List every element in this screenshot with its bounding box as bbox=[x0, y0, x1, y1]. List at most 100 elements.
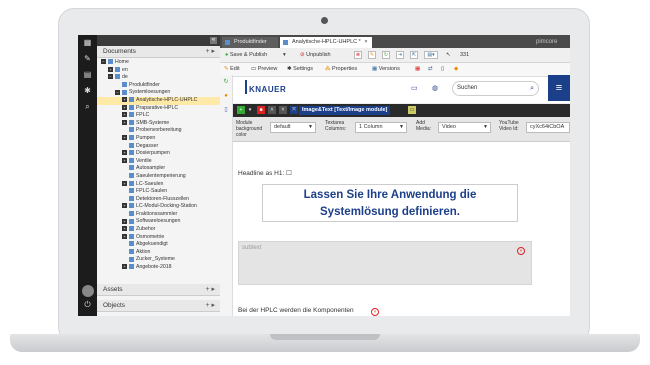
tab-settings[interactable]: ✱ Settings bbox=[287, 66, 313, 72]
open-icon[interactable]: ⇱ bbox=[410, 51, 418, 59]
save-publish-button[interactable]: ● Save & Publish bbox=[225, 51, 267, 60]
tab-versions[interactable]: ▦ Versions bbox=[372, 66, 400, 72]
chart-icon[interactable]: ▤ bbox=[78, 67, 97, 83]
search-icon[interactable]: ⌕ bbox=[530, 82, 534, 95]
schedule-icon[interactable]: ▦ bbox=[415, 66, 420, 72]
avatar[interactable] bbox=[81, 285, 94, 297]
expand-toggle-icon[interactable]: + bbox=[122, 203, 127, 209]
unpublish-button[interactable]: ⊘ Unpublish bbox=[300, 51, 331, 60]
expand-toggle-icon[interactable]: + bbox=[122, 157, 127, 163]
tree-item[interactable]: Aktion bbox=[97, 249, 220, 257]
tree-locate-icon[interactable]: ⇥ bbox=[396, 51, 404, 59]
wrench-icon[interactable]: ✎ bbox=[78, 51, 97, 67]
tree-item[interactable]: + Praparative-HPLC bbox=[97, 105, 220, 113]
tab-edit[interactable]: ✎ Edit bbox=[224, 66, 240, 72]
tree-item[interactable]: + LC-Modul-Docking-Station bbox=[97, 203, 220, 211]
tree-item[interactable]: − Systemloesungen bbox=[97, 89, 220, 97]
module-options-icon[interactable]: ▭ bbox=[408, 106, 416, 114]
hamburger-menu-icon[interactable]: ≡ bbox=[548, 75, 570, 101]
expand-toggle-icon[interactable]: − bbox=[115, 89, 120, 95]
expand-toggle-icon[interactable]: − bbox=[108, 74, 113, 80]
tree-item[interactable]: + Dosierpumpen bbox=[97, 150, 220, 158]
expand-toggle-icon[interactable]: + bbox=[108, 66, 113, 72]
media-select[interactable]: Video ▼ bbox=[438, 122, 491, 133]
objects-controls[interactable]: + ▸ bbox=[205, 300, 215, 311]
assets-accordion[interactable]: Assets + ▸ bbox=[97, 284, 220, 296]
tree-item[interactable]: Probenvorbereitung bbox=[97, 127, 220, 135]
dependencies-icon[interactable]: ⇄ bbox=[428, 66, 433, 72]
tab-properties[interactable]: ⁂ Properties bbox=[325, 66, 357, 72]
delete-icon[interactable]: ⊗ bbox=[354, 51, 362, 59]
expand-toggle-icon[interactable]: − bbox=[101, 59, 106, 65]
settings-icon[interactable]: ✱ bbox=[78, 83, 97, 99]
refresh-icon[interactable]: ↻ bbox=[220, 75, 232, 89]
youtube-id-input[interactable]: cyXc64iCbOA bbox=[526, 122, 570, 133]
clipboard-icon[interactable]: ✎ bbox=[368, 51, 376, 59]
expand-toggle-icon[interactable]: + bbox=[122, 233, 127, 239]
columns-select[interactable]: 1 Column ▼ bbox=[355, 122, 407, 133]
objects-accordion[interactable]: Objects + ▸ bbox=[97, 300, 220, 312]
reload-icon[interactable]: ↻ bbox=[382, 51, 390, 59]
expand-toggle-icon[interactable]: + bbox=[122, 218, 127, 224]
assets-controls[interactable]: + ▸ bbox=[205, 284, 215, 295]
tree-item[interactable]: + LC-Saeulen bbox=[97, 181, 220, 189]
subtext-editable[interactable]: subtext × bbox=[238, 241, 532, 285]
save-dropdown-icon[interactable]: ▾ bbox=[283, 51, 286, 60]
tab-produktfinder[interactable]: Produktfinder bbox=[222, 37, 278, 48]
tree-item[interactable]: Autosampler bbox=[97, 165, 220, 173]
expand-toggle-icon[interactable]: + bbox=[122, 119, 127, 125]
expand-toggle-icon[interactable]: + bbox=[122, 104, 127, 110]
grid-icon[interactable]: ▦ bbox=[78, 35, 97, 51]
tree-item[interactable]: + Analytische-HPLC-UHPLC bbox=[97, 96, 220, 105]
logout-icon[interactable]: ⏻ bbox=[80, 300, 95, 310]
tree-item[interactable]: Detektoren-Flusszellen bbox=[97, 196, 220, 204]
tree-item[interactable]: Saeulentemperierung bbox=[97, 173, 220, 181]
tree-item[interactable]: + Angebote-2018 bbox=[97, 264, 220, 272]
tree-item[interactable]: Abgekuendigt bbox=[97, 241, 220, 249]
remove-circle-icon[interactable]: × bbox=[517, 247, 525, 255]
bulb-icon[interactable]: ● bbox=[220, 89, 232, 103]
remove-circle-icon[interactable]: × bbox=[371, 308, 379, 316]
globe-icon[interactable]: ◍ bbox=[432, 84, 438, 92]
notes-icon[interactable]: ▯ bbox=[441, 66, 444, 72]
tag-icon[interactable]: ◆ bbox=[454, 66, 458, 72]
search-icon[interactable]: ⌕ bbox=[78, 99, 97, 115]
expand-toggle-icon[interactable]: + bbox=[122, 97, 127, 103]
tree-item[interactable]: Fraktionssammler bbox=[97, 211, 220, 219]
tree-item[interactable]: − de bbox=[97, 74, 220, 82]
tab-preview[interactable]: ▭ Preview bbox=[251, 66, 277, 72]
expand-toggle-icon[interactable]: + bbox=[122, 226, 127, 232]
close-icon[interactable]: × bbox=[364, 39, 367, 45]
tree-item[interactable]: + FPLC bbox=[97, 112, 220, 120]
tab-analytische[interactable]: Analytische-HPLC-UHPLC * × bbox=[280, 37, 372, 48]
expand-toggle-icon[interactable]: + bbox=[122, 112, 127, 118]
tree-item[interactable]: + Softwareloesungen bbox=[97, 218, 220, 226]
body-text[interactable]: Bei der HPLC werden die Komponenten bbox=[238, 307, 354, 314]
trash-icon[interactable]: ▯ bbox=[220, 103, 232, 117]
remove-icon[interactable]: ■ bbox=[257, 106, 265, 114]
expand-toggle-icon[interactable]: + bbox=[122, 264, 127, 270]
expand-toggle-icon[interactable]: + bbox=[122, 180, 127, 186]
tree-item[interactable]: − Home bbox=[97, 59, 220, 67]
tree-item[interactable]: Zucker_Systeme bbox=[97, 256, 220, 264]
more-dropdown-icon[interactable]: ▤▾ bbox=[424, 51, 438, 59]
chevron-down-icon[interactable]: ▾ bbox=[246, 106, 254, 114]
documents-accordion[interactable]: Documents + ▸ bbox=[97, 46, 220, 58]
tree-item[interactable]: + Pumpen bbox=[97, 135, 220, 143]
headline-editable[interactable]: Lassen Sie Ihre Anwendung die Systemlösu… bbox=[262, 184, 518, 222]
documents-controls[interactable]: + ▸ bbox=[205, 46, 215, 57]
tree-item[interactable]: + Zubehor bbox=[97, 226, 220, 234]
site-search-input[interactable]: Suchen ⌕ bbox=[452, 81, 539, 96]
chat-icon[interactable]: ▭ bbox=[411, 84, 418, 92]
tree-item[interactable]: + en bbox=[97, 67, 220, 75]
headline-h1-toggle[interactable]: Headline as H1: ☐ bbox=[238, 169, 292, 177]
expand-toggle-icon[interactable]: + bbox=[122, 135, 127, 141]
tree-item[interactable]: Degasser bbox=[97, 143, 220, 151]
add-icon[interactable]: + bbox=[237, 106, 245, 114]
tree-item[interactable]: + SMB-Systeme bbox=[97, 120, 220, 128]
collapse-panel-icon[interactable]: « bbox=[210, 37, 217, 44]
tree-item[interactable]: + Osmometrie bbox=[97, 234, 220, 242]
cursor-icon[interactable]: ↖ bbox=[446, 51, 451, 60]
move-down-icon[interactable]: ˅ bbox=[279, 106, 287, 114]
bg-color-select[interactable]: default ▼ bbox=[270, 122, 316, 133]
